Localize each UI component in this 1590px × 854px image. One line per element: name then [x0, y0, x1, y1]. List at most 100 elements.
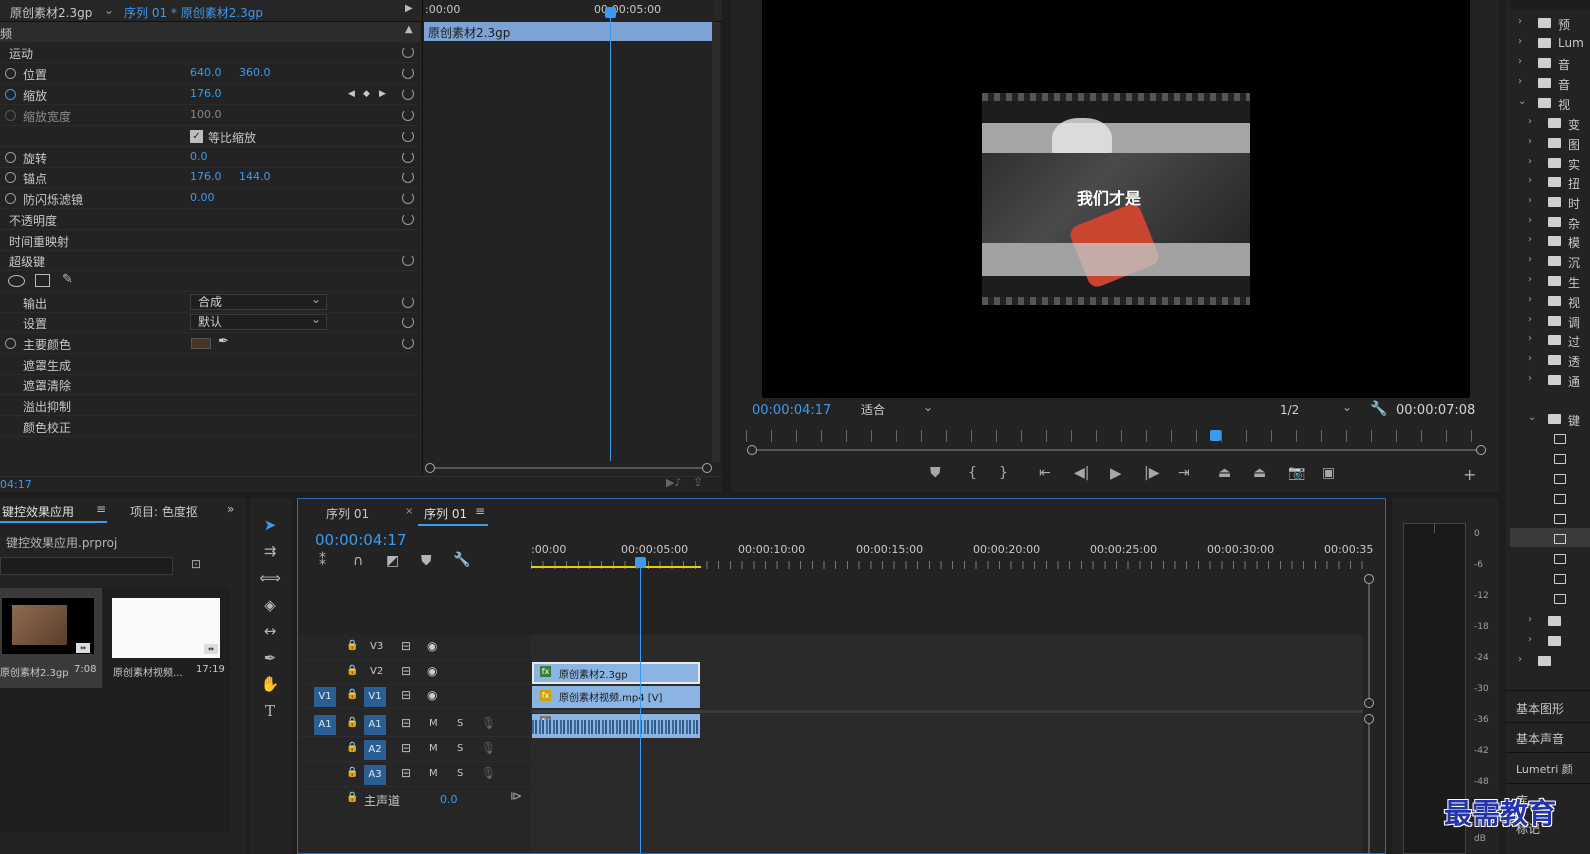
chevron-right-icon[interactable]: ›	[1518, 36, 1522, 47]
reset-icon[interactable]	[402, 337, 414, 349]
effect-folder[interactable]: › 实	[1520, 154, 1590, 174]
linked-selection-icon[interactable]: ∩	[353, 553, 363, 569]
chevron-right-icon[interactable]: ›	[1528, 614, 1532, 625]
effect-folder[interactable]: › 沉	[1520, 252, 1590, 272]
mini-playhead[interactable]	[610, 8, 611, 461]
solo-button[interactable]: S	[457, 768, 463, 779]
source-patch-v1[interactable]: V1	[314, 687, 336, 707]
chevron-right-icon[interactable]: ›	[1528, 175, 1532, 186]
lock-icon[interactable]: 🔒	[346, 717, 358, 728]
clip-v1[interactable]: fx 原创素材视频.mp4 [V]	[532, 686, 700, 708]
chevron-right-icon[interactable]: ›	[1518, 56, 1522, 67]
eye-icon[interactable]: ◉	[427, 688, 437, 702]
output-dropdown[interactable]: 合成	[190, 292, 327, 310]
mic-icon[interactable]: 🎙	[481, 766, 496, 780]
add-keyframe-icon[interactable]: ◆	[363, 89, 370, 99]
reset-icon[interactable]	[402, 296, 414, 308]
ripple-edit-tool-icon[interactable]: ⟺	[259, 569, 281, 591]
lumetri-color-tab[interactable]: Lumetri 颜	[1516, 761, 1573, 777]
effect-folder[interactable]: ⌄ 键	[1520, 410, 1590, 430]
effect-preset-icon[interactable]	[1554, 574, 1566, 584]
lock-icon[interactable]: 🔒	[346, 689, 358, 700]
export-frame-icon[interactable]: 📷	[1288, 465, 1305, 481]
effect-folder[interactable]: › 透	[1520, 351, 1590, 371]
lock-icon[interactable]: 🔒	[346, 742, 358, 753]
timeline-tab-inactive[interactable]: 序列 01	[326, 505, 369, 522]
ellipse-mask-icon[interactable]	[8, 275, 25, 287]
rotation-value[interactable]: 0.0	[190, 150, 208, 163]
scale-value[interactable]: 176.0	[190, 87, 222, 100]
add-marker-timeline-icon[interactable]: ◩	[386, 553, 399, 569]
stopwatch-active-icon[interactable]	[5, 89, 16, 100]
step-forward-icon[interactable]: |▶	[1144, 465, 1159, 481]
timeline-playhead[interactable]	[640, 559, 641, 853]
time-remap-row[interactable]: 时间重映射	[0, 230, 420, 251]
reset-icon[interactable]	[402, 192, 414, 204]
chevron-right-icon[interactable]: ›	[1528, 254, 1532, 265]
mic-icon[interactable]: 🎙	[481, 741, 496, 755]
solo-button[interactable]: S	[457, 743, 463, 754]
uniform-scale-checkbox[interactable]: ✓	[190, 130, 203, 143]
position-x-value[interactable]: 640.0	[190, 66, 222, 79]
reset-icon[interactable]	[402, 171, 414, 183]
mark-in-icon[interactable]: {	[968, 465, 977, 481]
source-patch-a1[interactable]: A1	[314, 715, 336, 735]
essential-sound-tab[interactable]: 基本声音	[1516, 730, 1564, 747]
track-label-a1[interactable]: A1	[364, 715, 386, 735]
chevron-right-icon[interactable]: ›	[1528, 234, 1532, 245]
step-back-icon[interactable]: ◀|	[1074, 465, 1089, 481]
time-ruler[interactable]: :00:00 00:00:05:00 00:00:10:00 00:00:15:…	[531, 539, 1373, 569]
color-correction-row[interactable]: 颜色校正	[0, 416, 420, 437]
sync-lock-icon[interactable]: ⊟	[401, 716, 411, 730]
play-only-icon[interactable]: ▶	[405, 3, 413, 14]
track-label-v1[interactable]: V1	[364, 687, 386, 707]
reset-icon[interactable]	[402, 109, 414, 121]
project-tab-color-key[interactable]: 项目: 色度抠	[130, 503, 198, 520]
mini-scrollbar[interactable]	[712, 22, 720, 462]
source-clip-tab[interactable]: 原创素材2.3gp	[10, 4, 92, 21]
mute-button[interactable]: M	[429, 718, 438, 729]
timeline-scroll-a1[interactable]	[1364, 714, 1374, 724]
ultra-key-row[interactable]: 超级键	[0, 250, 420, 271]
timeline-scrollbar-a[interactable]	[1368, 724, 1370, 853]
lock-icon[interactable]: 🔒	[346, 792, 358, 803]
chevron-right-icon[interactable]: ›	[1518, 16, 1522, 27]
matte-cleanup-row[interactable]: 遮罩清除	[0, 374, 420, 395]
chevron-right-icon[interactable]: ›	[1528, 294, 1532, 305]
stopwatch-icon[interactable]	[5, 172, 16, 183]
new-bin-icon[interactable]: ⊡	[191, 557, 201, 571]
selection-tool-icon[interactable]: ➤	[259, 516, 281, 538]
collapse-up-icon[interactable]: ▲	[405, 24, 413, 35]
effect-folder[interactable]: › 调	[1520, 312, 1590, 332]
next-keyframe-icon[interactable]: ▶	[379, 89, 386, 99]
lock-icon[interactable]: 🔒	[346, 767, 358, 778]
mark-out-icon[interactable]: }	[999, 465, 1008, 481]
master-volume-value[interactable]: 0.0	[440, 793, 458, 806]
mute-button[interactable]: M	[429, 743, 438, 754]
clip-a1[interactable]: fx	[532, 714, 700, 738]
pen-mask-icon[interactable]: ✎	[62, 272, 73, 287]
lift-icon[interactable]: ⏏	[1218, 465, 1231, 481]
effect-folder[interactable]: ⌄ 视	[1510, 94, 1590, 114]
sync-lock-icon[interactable]: ⊟	[401, 688, 411, 702]
comparison-view-icon[interactable]: ▣	[1322, 465, 1335, 481]
effect-folder[interactable]: › 通	[1520, 371, 1590, 391]
scrub-zoom-bar[interactable]	[757, 449, 1477, 451]
add-button-icon[interactable]: +	[1463, 465, 1476, 484]
fit-dropdown[interactable]: 适合	[854, 400, 938, 419]
chevron-right-icon[interactable]: ›	[1528, 215, 1532, 226]
scrub-zoom-right[interactable]	[1476, 445, 1486, 455]
sync-lock-icon[interactable]: ⊟	[401, 664, 411, 678]
chevron-right-icon[interactable]: ›	[1528, 373, 1532, 384]
effect-folder[interactable]: ›	[1520, 632, 1590, 652]
reset-icon[interactable]	[402, 46, 414, 58]
track-label-a2[interactable]: A2	[364, 740, 386, 760]
stopwatch-icon[interactable]	[5, 152, 16, 163]
prev-keyframe-icon[interactable]: ◀	[348, 89, 355, 99]
effect-folder[interactable]: › 音	[1510, 74, 1590, 94]
effect-folder[interactable]: › 扭	[1520, 173, 1590, 193]
program-timecode[interactable]: 00:00:04:17	[752, 403, 831, 418]
razor-tool-icon[interactable]: ◈	[259, 596, 281, 618]
position-y-value[interactable]: 360.0	[239, 66, 271, 79]
filter-icon[interactable]: ▶♪	[666, 476, 681, 489]
